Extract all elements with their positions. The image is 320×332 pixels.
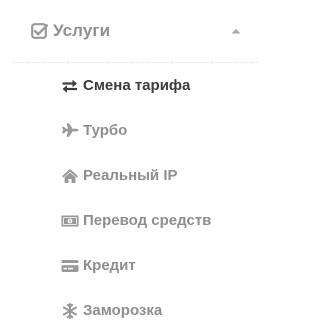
menu-item-label: Перевод средств	[83, 212, 212, 229]
menu-item-label: Реальный IP	[83, 167, 178, 184]
menu-item-turbo[interactable]: Турбо	[56, 115, 256, 147]
menu-item-freeze[interactable]: Заморозка	[56, 295, 256, 327]
menu-item-label: Турбо	[83, 122, 128, 139]
menu-item-real-ip[interactable]: Реальный IP	[56, 160, 256, 192]
home-icon	[62, 169, 78, 183]
caret-up-icon[interactable]	[230, 27, 242, 35]
money-icon	[61, 215, 79, 227]
services-section-header[interactable]: Услуги	[12, 8, 260, 56]
menu-item-label: Заморозка	[83, 302, 163, 319]
plane-icon	[62, 123, 79, 137]
menu-item-label: Смена тарифа	[83, 77, 191, 94]
snowflake-icon	[62, 303, 78, 319]
menu-item-change-tariff[interactable]: Смена тарифа	[56, 70, 256, 102]
services-menu: Услуги Смена тарифа Турбо Реальный IP Пе…	[0, 0, 272, 332]
menu-item-credit[interactable]: Кредит	[56, 250, 256, 282]
menu-item-label: Кредит	[83, 257, 136, 274]
section-divider	[12, 62, 258, 63]
check-square-icon	[31, 23, 48, 39]
menu-item-transfer[interactable]: Перевод средств	[56, 205, 256, 237]
exchange-icon	[62, 79, 77, 93]
credit-card-icon	[61, 260, 79, 272]
services-section-title: Услуги	[53, 21, 111, 40]
